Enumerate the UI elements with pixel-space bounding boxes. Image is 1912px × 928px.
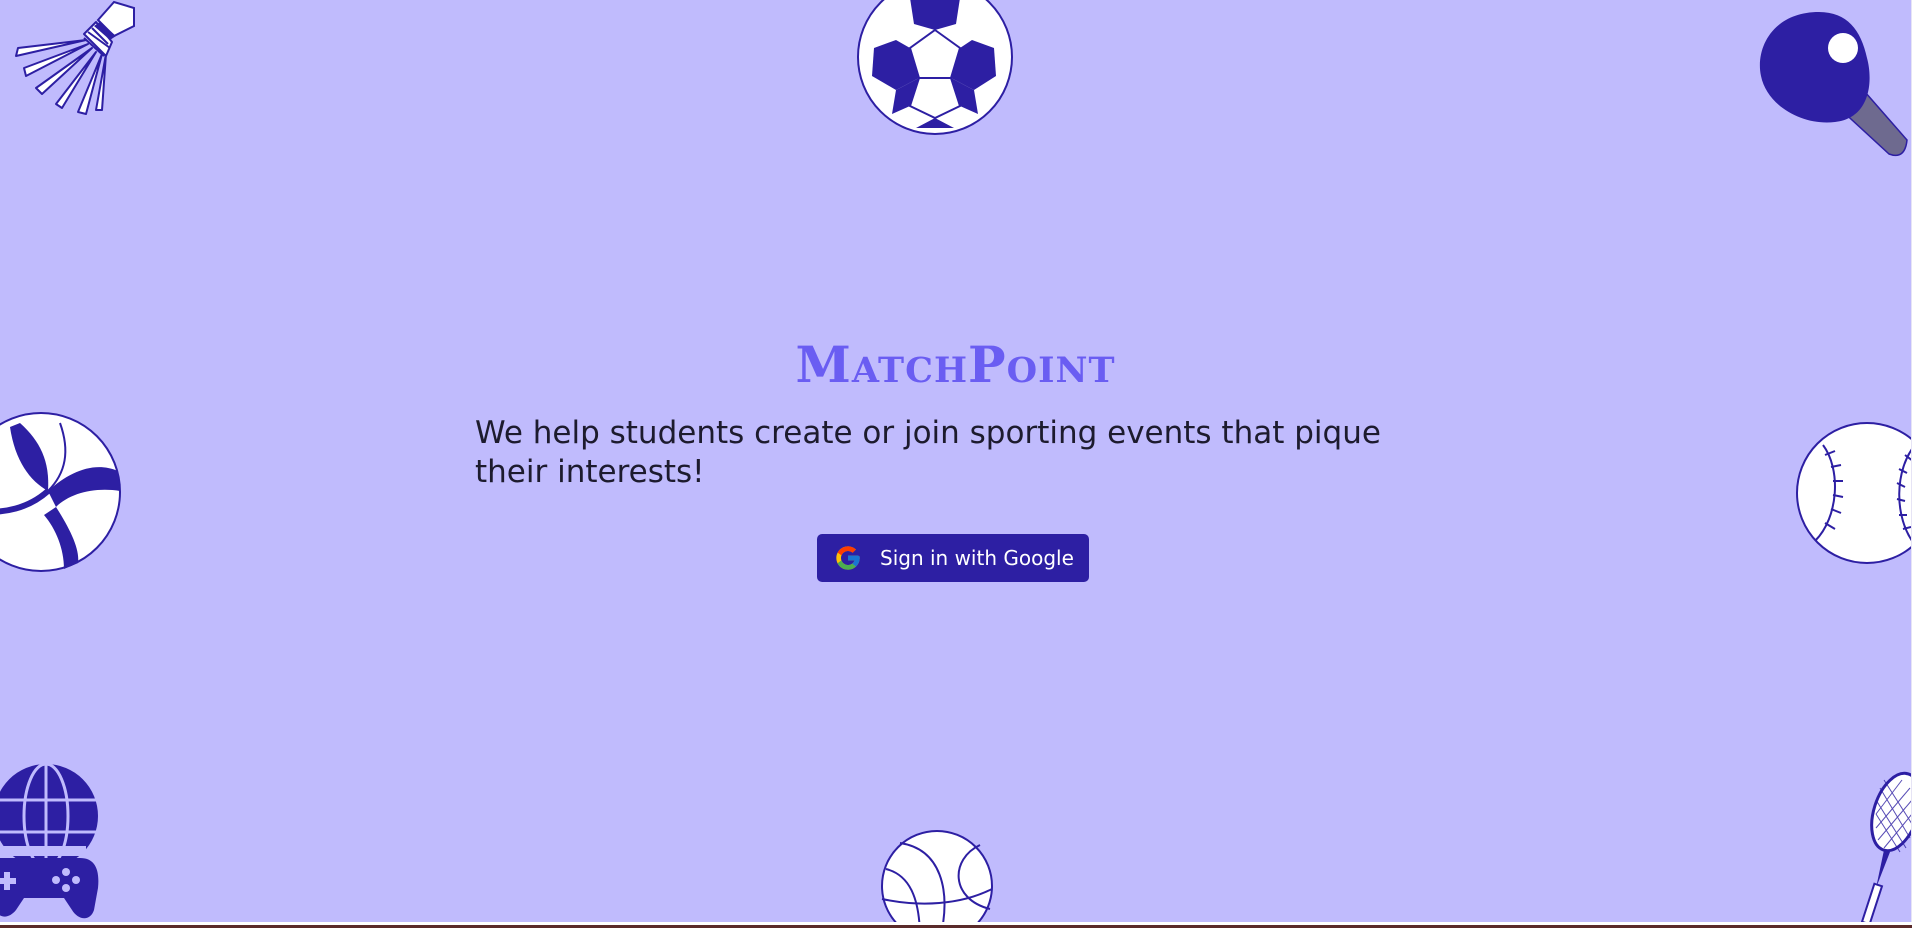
google-g-logo-icon <box>836 546 860 570</box>
hero-section: MatchPoint <box>0 330 1911 400</box>
window-bottom-border <box>0 922 1912 928</box>
soccer-ball-icon <box>857 0 1013 135</box>
shuttlecock-icon <box>15 0 135 115</box>
landing-page: MatchPoint We help students create or jo… <box>0 0 1911 922</box>
brand-title: MatchPoint <box>795 335 1116 394</box>
baseball-icon <box>1796 422 1911 564</box>
ping-pong-paddle-icon <box>1759 12 1908 157</box>
tennis-racket-icon <box>1860 771 1911 922</box>
gaming-globe-controller-icon <box>0 762 99 919</box>
google-signin-button[interactable]: Sign in with Google <box>817 534 1089 582</box>
hero-tagline: We help students create or join sporting… <box>475 415 1381 490</box>
basketball-icon <box>881 830 993 922</box>
volleyball-icon <box>0 412 121 572</box>
google-signin-label: Sign in with Google <box>880 546 1074 570</box>
